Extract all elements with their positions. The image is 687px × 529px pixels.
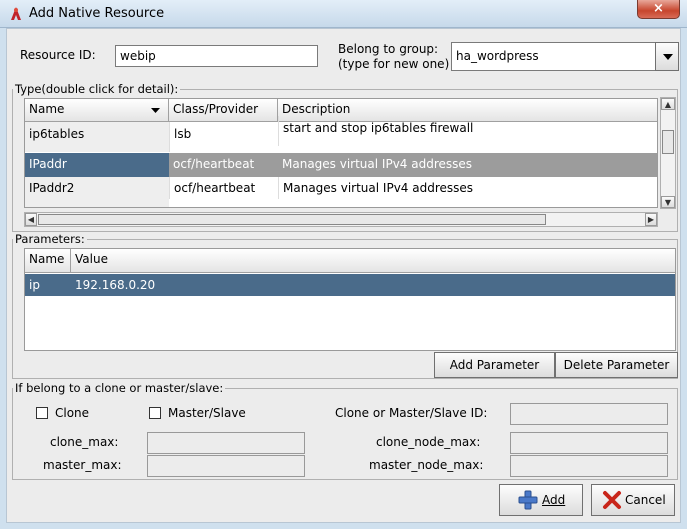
clone-node-max-label: clone_node_max: (376, 435, 481, 449)
clone-checkbox-label: Clone (55, 406, 90, 420)
chevron-down-icon (663, 54, 673, 60)
clone-ms-id-input[interactable] (510, 403, 668, 425)
table-row[interactable]: ip6tables lsb start and stop ip6tables f… (25, 116, 657, 152)
group-label-line1: Belong to group: (338, 42, 439, 56)
close-button[interactable]: × (637, 0, 680, 19)
partial-row-name-cell (25, 199, 169, 207)
clone-node-max-input[interactable] (510, 432, 668, 454)
window-title: Add Native Resource (29, 6, 165, 21)
master-node-max-input[interactable] (510, 455, 668, 477)
table-row-partial[interactable] (25, 199, 657, 207)
master-slave-checkbox[interactable] (149, 407, 161, 419)
add-parameter-button[interactable]: Add Parameter (434, 352, 555, 378)
param-col-value-header[interactable]: Value (71, 249, 675, 273)
master-max-input[interactable] (147, 455, 305, 477)
parameters-table[interactable]: Name Value ip 192.168.0.20 (24, 248, 676, 351)
type-table-hscrollbar[interactable]: ◀ ▶ (24, 212, 658, 227)
cancel-button[interactable]: Cancel (591, 484, 675, 516)
clone-section-label: If belong to a clone or master/slave: (13, 381, 226, 395)
scroll-right-button[interactable]: ▶ (645, 213, 657, 226)
param-col-name-header[interactable]: Name (25, 249, 71, 273)
type-section-label: Type(double click for detail): (13, 82, 181, 96)
type-col-name-header[interactable]: Name (25, 99, 169, 122)
delete-parameter-button[interactable]: Delete Parameter (555, 352, 678, 378)
scroll-up-button[interactable]: ▲ (661, 98, 675, 110)
cancel-button-label: Cancel (625, 493, 666, 507)
table-row[interactable]: IPaddr2 ocf/heartbeat Manages virtual IP… (25, 177, 657, 199)
scroll-down-button[interactable]: ▼ (661, 196, 675, 208)
hscroll-thumb[interactable] (38, 214, 546, 225)
scroll-thumb[interactable] (662, 130, 674, 154)
add-button[interactable]: Add (499, 484, 583, 516)
table-row-selected[interactable]: ip 192.168.0.20 (25, 274, 675, 296)
clone-checkbox[interactable] (36, 407, 48, 419)
scroll-left-button[interactable]: ◀ (25, 213, 37, 226)
type-col-provider-header[interactable]: Class/Provider (169, 99, 278, 122)
table-row-selected[interactable]: IPaddr ocf/heartbeat Manages virtual IPv… (25, 153, 657, 177)
master-slave-checkbox-label: Master/Slave (168, 406, 246, 420)
type-table[interactable]: Name Class/Provider Description ip6table… (24, 98, 658, 208)
plus-icon (518, 490, 538, 510)
close-icon: × (653, 1, 664, 16)
type-table-vscrollbar[interactable]: ▲ ▼ (660, 97, 676, 209)
sort-down-icon (151, 108, 160, 113)
resource-id-input[interactable]: webip (115, 45, 318, 67)
group-label-line2: (type for new one) (338, 57, 450, 71)
app-icon (11, 7, 21, 20)
clone-ms-id-label: Clone or Master/Slave ID: (335, 406, 488, 420)
master-max-label: master_max: (43, 458, 122, 472)
clone-max-input[interactable] (147, 432, 305, 454)
resource-id-label: Resource ID: (20, 48, 96, 62)
cancel-icon (603, 491, 621, 509)
parameters-section-label: Parameters: (13, 232, 87, 246)
group-combo-input[interactable]: ha_wordpress (451, 42, 656, 71)
group-dropdown-button[interactable] (655, 42, 679, 71)
add-button-label: Add (542, 493, 566, 507)
master-node-max-label: master_node_max: (369, 458, 484, 472)
clone-max-label: clone_max: (50, 435, 119, 449)
